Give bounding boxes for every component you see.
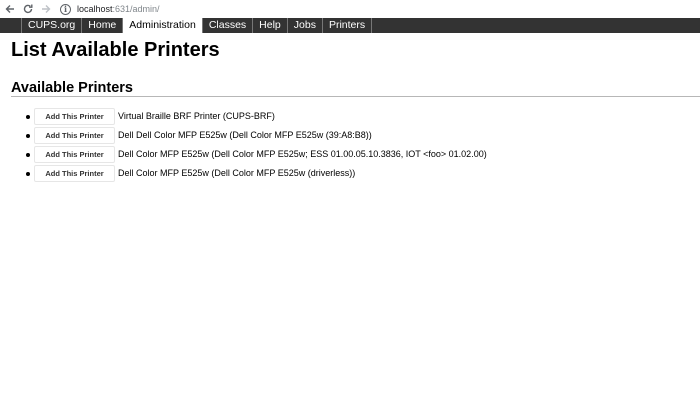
bullet-icon	[26, 153, 30, 157]
back-arrow-icon[interactable]	[2, 1, 18, 17]
forward-arrow-icon[interactable]	[38, 1, 54, 17]
printer-name: Dell Dell Color MFP E525w (Dell Color MF…	[118, 130, 372, 140]
section-divider	[11, 96, 700, 97]
tab-help[interactable]: Help	[253, 18, 288, 33]
bullet-icon	[26, 172, 30, 176]
printer-name: Virtual Braille BRF Printer (CUPS-BRF)	[118, 111, 275, 121]
printer-name: Dell Color MFP E525w (Dell Color MFP E52…	[118, 149, 487, 159]
cups-navigation-bar: CUPS.org Home Administration Classes Hel…	[0, 18, 700, 33]
add-printer-button[interactable]: Add This Printer	[34, 108, 115, 125]
tab-cups-org[interactable]: CUPS.org	[22, 18, 83, 33]
tab-administration[interactable]: Administration	[123, 18, 203, 33]
section-title: Available Printers	[11, 80, 133, 96]
url-text: localhost:631/admin/	[77, 4, 160, 14]
bullet-icon	[26, 134, 30, 138]
page-title: List Available Printers	[11, 39, 220, 61]
tab-home[interactable]: Home	[82, 18, 124, 33]
tab-jobs[interactable]: Jobs	[288, 18, 323, 33]
address-bar[interactable]: i localhost:631/admin/	[60, 1, 160, 17]
add-printer-button[interactable]: Add This Printer	[34, 146, 115, 163]
tab-classes[interactable]: Classes	[203, 18, 254, 33]
tab-printers[interactable]: Printers	[323, 18, 373, 33]
bullet-icon	[26, 115, 30, 119]
nav-tab-list: CUPS.org Home Administration Classes Hel…	[21, 18, 373, 33]
browser-toolbar: i localhost:631/admin/	[0, 0, 700, 18]
add-printer-button[interactable]: Add This Printer	[34, 127, 115, 144]
info-icon[interactable]: i	[60, 3, 71, 15]
add-printer-button[interactable]: Add This Printer	[34, 165, 115, 182]
printer-name: Dell Color MFP E525w (Dell Color MFP E52…	[118, 168, 356, 178]
reload-icon[interactable]	[20, 1, 36, 17]
